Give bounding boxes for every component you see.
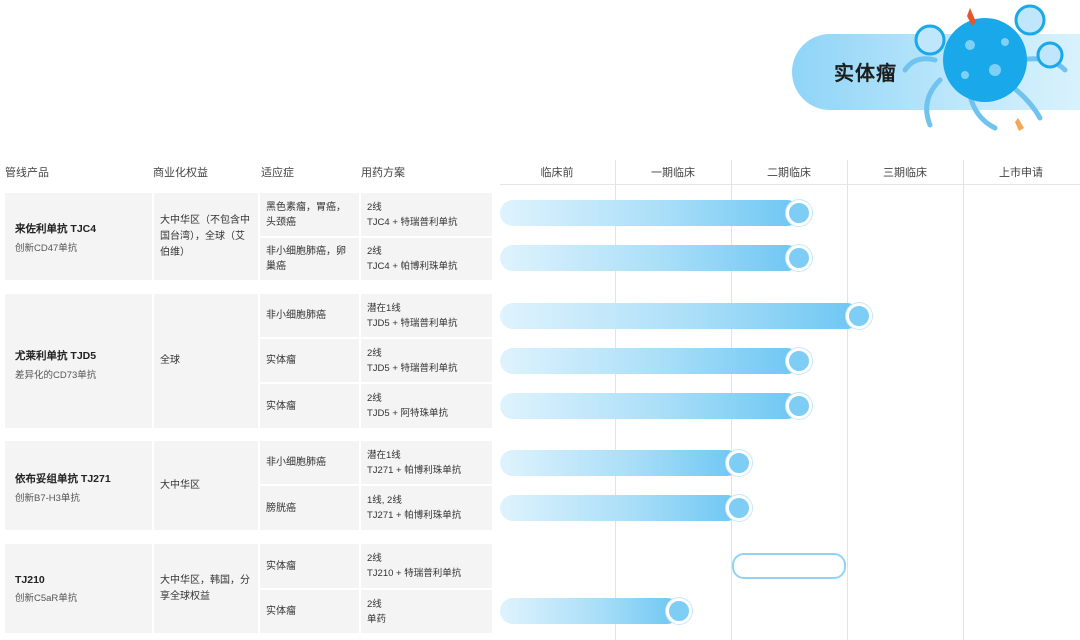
header-rights: 商业化权益 <box>153 167 208 179</box>
product-name: 尤莱利单抗 TJD5 <box>15 350 97 362</box>
rights-text: 全球 <box>160 355 180 366</box>
indication-cell: 黑色素瘤，胃癌，头颈癌 <box>260 193 359 236</box>
regimen-text: TJC4 + 特瑞普利单抗 <box>367 216 458 228</box>
progress-knob <box>726 450 753 476</box>
product-desc: 创新CD47单抗 <box>15 243 78 254</box>
regimen-text: TJD5 + 特瑞普利单抗 <box>367 362 458 374</box>
stage-phase3: 三期临床 <box>883 167 927 179</box>
progress-knob <box>786 393 813 419</box>
header-regimen: 用药方案 <box>361 167 405 179</box>
regimen-cell: 2线 TJC4 + 帕博利珠单抗 <box>361 238 492 280</box>
product-name: 来佐利单抗 TJC4 <box>15 223 97 235</box>
progress-bar <box>500 303 861 329</box>
progress-knob <box>666 598 693 624</box>
rights-text: 大中华区 <box>160 479 200 491</box>
line-text: 2线 <box>367 246 382 257</box>
product-desc: 差异化的CD73单抗 <box>15 370 97 381</box>
indication-cell: 非小细胞肺癌，卵巢癌 <box>260 238 359 280</box>
product-cell: 来佐利单抗 TJC4 创新CD47单抗 <box>5 193 152 280</box>
product-name: 依布妥组单抗 TJ271 <box>15 473 111 485</box>
rights-text: 大中华区，韩国，分享全球权益 <box>160 574 250 602</box>
progress-bar <box>500 495 741 521</box>
indication-text: 实体瘤 <box>266 560 296 572</box>
line-text: 潜在1线 <box>367 302 401 314</box>
regimen-cell: 2线 单药 <box>361 590 492 633</box>
product-cell: TJ210 创新C5aR单抗 <box>5 544 152 633</box>
line-text: 2线 <box>367 201 382 213</box>
stage-preclinical: 临床前 <box>540 167 574 179</box>
indication-text: 实体瘤 <box>266 606 296 617</box>
progress-knob <box>786 348 813 374</box>
regimen-cell: 2线 TJ210 + 特瑞普利单抗 <box>361 544 492 588</box>
line-text: 潜在1线 <box>367 449 401 461</box>
indication-cell: 实体瘤 <box>260 339 359 382</box>
rights-cell: 大中华区（不包含中国台湾），全球（艾伯维） <box>154 193 258 280</box>
indication-cell: 实体瘤 <box>260 384 359 428</box>
indication-cell: 非小细胞肺癌 <box>260 294 359 337</box>
rights-text: 大中华区（不包含中国台湾），全球（艾伯维） <box>160 214 250 258</box>
product-cell: 尤莱利单抗 TJD5 差异化的CD73单抗 <box>5 294 152 428</box>
stage-phase2: 二期临床 <box>767 167 811 179</box>
progress-knob <box>726 495 753 521</box>
indication-cell: 非小细胞肺癌 <box>260 441 359 484</box>
indication-text: 非小细胞肺癌 <box>266 310 326 321</box>
progress-bar <box>500 598 681 624</box>
regimen-text: TJD5 + 特瑞普利单抗 <box>367 317 458 329</box>
indication-cell: 膀胱癌 <box>260 486 359 530</box>
regimen-text: TJ210 + 特瑞普利单抗 <box>367 568 462 579</box>
indication-text: 实体瘤 <box>266 400 296 412</box>
progress-bar <box>500 348 801 374</box>
progress-knob <box>786 200 813 226</box>
product-desc: 创新C5aR单抗 <box>15 593 78 604</box>
page-title: 实体瘤 <box>834 63 897 85</box>
indication-cell: 实体瘤 <box>260 544 359 588</box>
line-text: 2线 <box>367 553 382 564</box>
regimen-text: TJD5 + 阿特珠单抗 <box>367 408 449 419</box>
virus-illustration <box>902 4 1068 131</box>
progress-bar <box>500 245 801 271</box>
regimen-text: TJ271 + 帕博利珠单抗 <box>367 510 462 521</box>
regimen-text: TJ271 + 帕博利珠单抗 <box>367 464 462 476</box>
regimen-cell: 潜在1线 TJD5 + 特瑞普利单抗 <box>361 294 492 337</box>
regimen-cell: 1线, 2线 TJ271 + 帕博利珠单抗 <box>361 486 492 530</box>
indication-text: 非小细胞肺癌，卵巢癌 <box>266 246 346 272</box>
stage-phase1: 一期临床 <box>651 167 695 179</box>
progress-bar <box>500 450 741 476</box>
product-cell: 依布妥组单抗 TJ271 创新B7-H3单抗 <box>5 441 152 530</box>
stage-divider <box>847 160 848 640</box>
progress-bar <box>500 200 801 226</box>
regimen-text: 单药 <box>367 613 387 625</box>
regimen-cell: 2线 TJD5 + 阿特珠单抗 <box>361 384 492 428</box>
rights-cell: 全球 <box>154 294 258 428</box>
stage-divider <box>963 160 964 640</box>
progress-bar-outline <box>732 553 846 579</box>
header-divider <box>500 184 1080 185</box>
product-name: TJ210 <box>15 574 45 586</box>
regimen-cell: 2线 TJC4 + 特瑞普利单抗 <box>361 193 492 236</box>
regimen-cell: 2线 TJD5 + 特瑞普利单抗 <box>361 339 492 382</box>
indication-cell: 实体瘤 <box>260 590 359 633</box>
rights-cell: 大中华区 <box>154 441 258 530</box>
indication-text: 黑色素瘤，胃癌，头颈癌 <box>266 201 346 228</box>
header-product: 管线产品 <box>5 167 49 179</box>
line-text: 2线 <box>367 598 382 610</box>
progress-knob <box>786 245 813 271</box>
regimen-cell: 潜在1线 TJ271 + 帕博利珠单抗 <box>361 441 492 484</box>
line-text: 2线 <box>367 393 382 404</box>
product-desc: 创新B7-H3单抗 <box>15 493 80 504</box>
header-indication: 适应症 <box>261 167 294 179</box>
stage-nda: 上市申请 <box>999 167 1043 179</box>
progress-bar <box>500 393 801 419</box>
progress-knob <box>846 303 873 329</box>
line-text: 1线, 2线 <box>367 495 402 506</box>
indication-text: 实体瘤 <box>266 355 296 366</box>
indication-text: 非小细胞肺癌 <box>266 457 326 468</box>
regimen-text: TJC4 + 帕博利珠单抗 <box>367 261 458 272</box>
indication-text: 膀胱癌 <box>266 502 296 514</box>
rights-cell: 大中华区，韩国，分享全球权益 <box>154 544 258 633</box>
line-text: 2线 <box>367 347 382 359</box>
